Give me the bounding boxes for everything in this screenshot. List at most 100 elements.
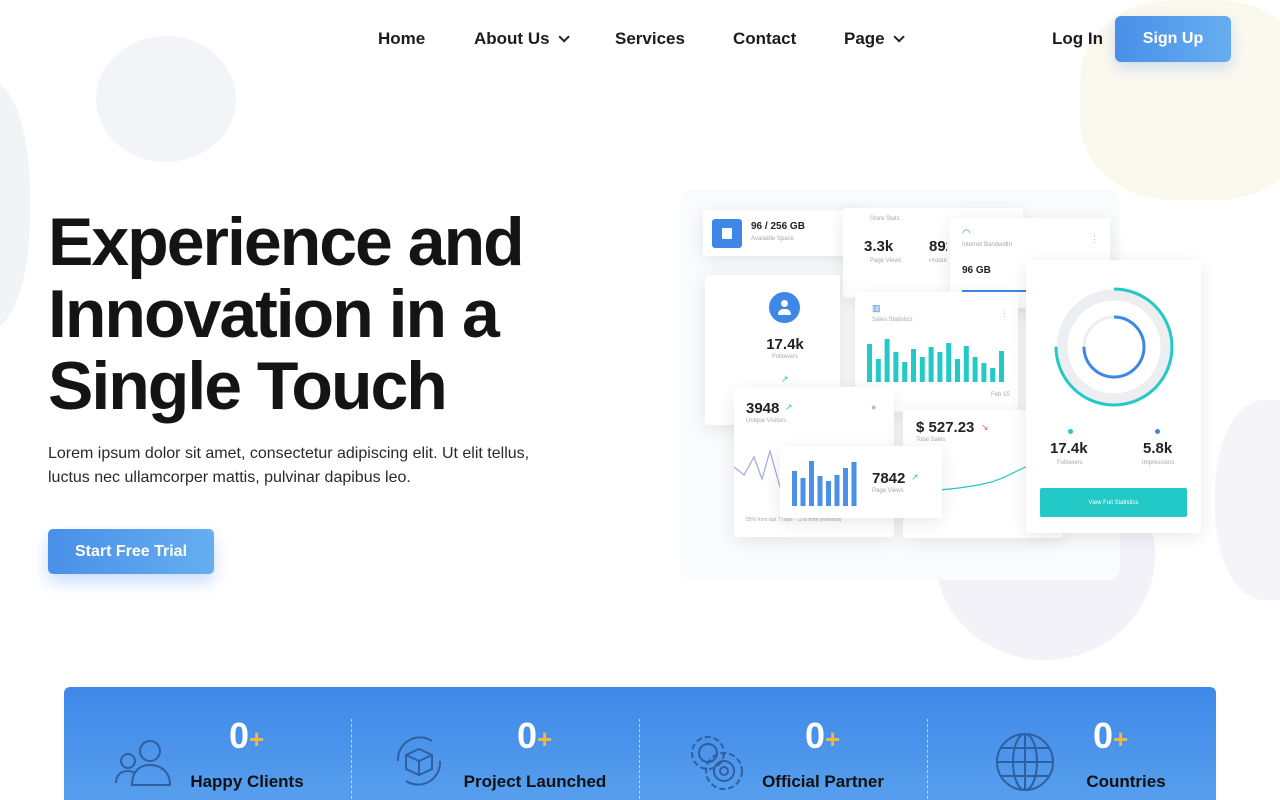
stat-happy-clients: 0+ Happy Clients [64,687,352,800]
nav-about-us[interactable]: About Us [474,29,570,49]
chart-bar [867,344,872,382]
store-stats-title: Store Stats [870,216,900,222]
signup-button[interactable]: Sign Up [1115,16,1231,62]
start-free-trial-button[interactable]: Start Free Trial [48,529,214,574]
chart-bar [809,461,814,506]
chart-bar [843,468,848,506]
followers-label: Followers [772,354,798,360]
hero-title-line: Experience and [48,204,525,280]
view-full-statistics-button: View Full Statistics [1040,488,1187,517]
nav-label: Contact [733,29,797,48]
more-icon: ⋮ [1000,308,1009,318]
donut-impressions-value: 5.8k [1143,440,1173,457]
trend-up-icon: ↗ [781,374,789,384]
storage-card: 96 / 256 GB Available Space ⋮ [703,210,863,256]
trend-up-icon: ↗ [785,402,793,412]
chart-icon: ▥ [872,303,881,313]
total-sales-label: Total Sales [916,437,946,443]
chart-bar [981,363,987,382]
stat-number: 0+ [517,715,552,757]
chart-bar [911,349,916,382]
box-icon [396,736,442,786]
donut-chart [1054,287,1174,407]
sales-bar-chart [867,339,1004,382]
wifi-icon: ◠ [962,228,971,239]
stat-plus: + [1113,724,1129,754]
chart-bar [955,359,960,382]
nav-services[interactable]: Services [615,29,685,49]
chart-bar [817,476,823,506]
stat-value: 0 [1093,715,1114,756]
chart-bar [946,343,952,382]
stat-value: 0 [229,715,250,756]
storage-value: 96 / 256 GB [751,221,805,232]
chart-bar [999,351,1004,382]
stat-number: 0+ [805,715,840,757]
page-views-bar-chart [792,461,857,506]
stat-value: 0 [805,715,826,756]
hero-title: Experience and Innovation in a Single To… [48,206,648,422]
chart-bar [875,359,881,382]
total-sales-value: $ 527.23 [916,419,975,436]
stat-label: Countries [1086,772,1166,791]
hero-title-line: Single Touch [48,348,448,424]
more-icon: ⋮ [1090,234,1099,244]
chart-bar [928,347,934,382]
chart-bar [963,346,969,382]
store-products: 892 [929,238,947,255]
legend-dot [1068,429,1073,434]
chart-bar [972,357,978,382]
stat-number: 0+ [229,715,264,757]
sales-stats-date: Feb 15 [991,392,1010,398]
stats-band: 0+ Happy Clients 0+ Project Launched 0+ … [64,687,1216,800]
page-views-value: 7842 [872,470,906,487]
nav-contact[interactable]: Contact [733,29,796,49]
bg-blob [1215,400,1280,600]
stat-official-partner: 0+ Official Partner [640,687,928,800]
donut-card: 17.4k Followers 5.8k Impressions View Fu… [1026,260,1201,533]
users-icon [115,740,172,786]
trend-up-icon: ↗ [911,472,919,482]
nav-home[interactable]: Home [378,29,425,49]
hero-description-line: Lorem ipsum dolor sit amet, consectetur … [48,445,530,462]
chart-bar [792,471,797,506]
hero-description: Lorem ipsum dolor sit amet, consectetur … [48,442,588,490]
nav-label: About Us [474,29,550,48]
stat-label: Happy Clients [190,772,304,791]
hero-description-line: luctus nec ullamcorper mattis, pulvinar … [48,469,411,486]
hero-title-line: Innovation in a [48,276,500,352]
unique-visitors-value: 3948 [746,400,780,417]
donut-followers-value: 17.4k [1050,440,1088,457]
top-nav: Home About Us Services Contact Page Log … [0,0,1280,80]
store-page-views: 3.3k [864,238,894,255]
chart-bar [893,352,899,382]
chart-bar [800,478,806,506]
stat-label: Official Partner [762,772,884,791]
nav-label: Page [844,29,885,48]
store-products-label: Products [929,258,947,264]
storage-label: Available Space [751,236,794,242]
page-views-card: 7842 ↗ Page Views [780,446,942,518]
stat-label: Project Launched [463,772,607,791]
chart-bar [937,352,943,382]
sales-stats-title: Sales Statistics [872,317,913,323]
nav-page[interactable]: Page [844,29,905,49]
stat-project-launched: 0+ Project Launched [352,687,640,800]
chart-bar [884,339,890,382]
chart-bar [919,357,925,382]
donut-impressions-label: Impressions [1142,460,1175,466]
globe-icon [996,733,1054,791]
stat-plus: + [537,724,553,754]
bandwidth-value: 96 GB [962,265,991,276]
storage-icon [712,219,742,248]
donut-followers-label: Followers [1057,460,1083,466]
store-page-views-label: Page Views [870,258,902,264]
stat-value: 0 [517,715,538,756]
login-link[interactable]: Log In [1052,29,1103,49]
chevron-down-icon [893,31,905,43]
chart-bar [902,362,908,382]
trend-down-icon: ↘ [981,422,989,432]
stat-number: 0+ [1093,715,1128,757]
stat-countries: 0+ Countries [928,687,1216,800]
stat-plus: + [249,724,265,754]
